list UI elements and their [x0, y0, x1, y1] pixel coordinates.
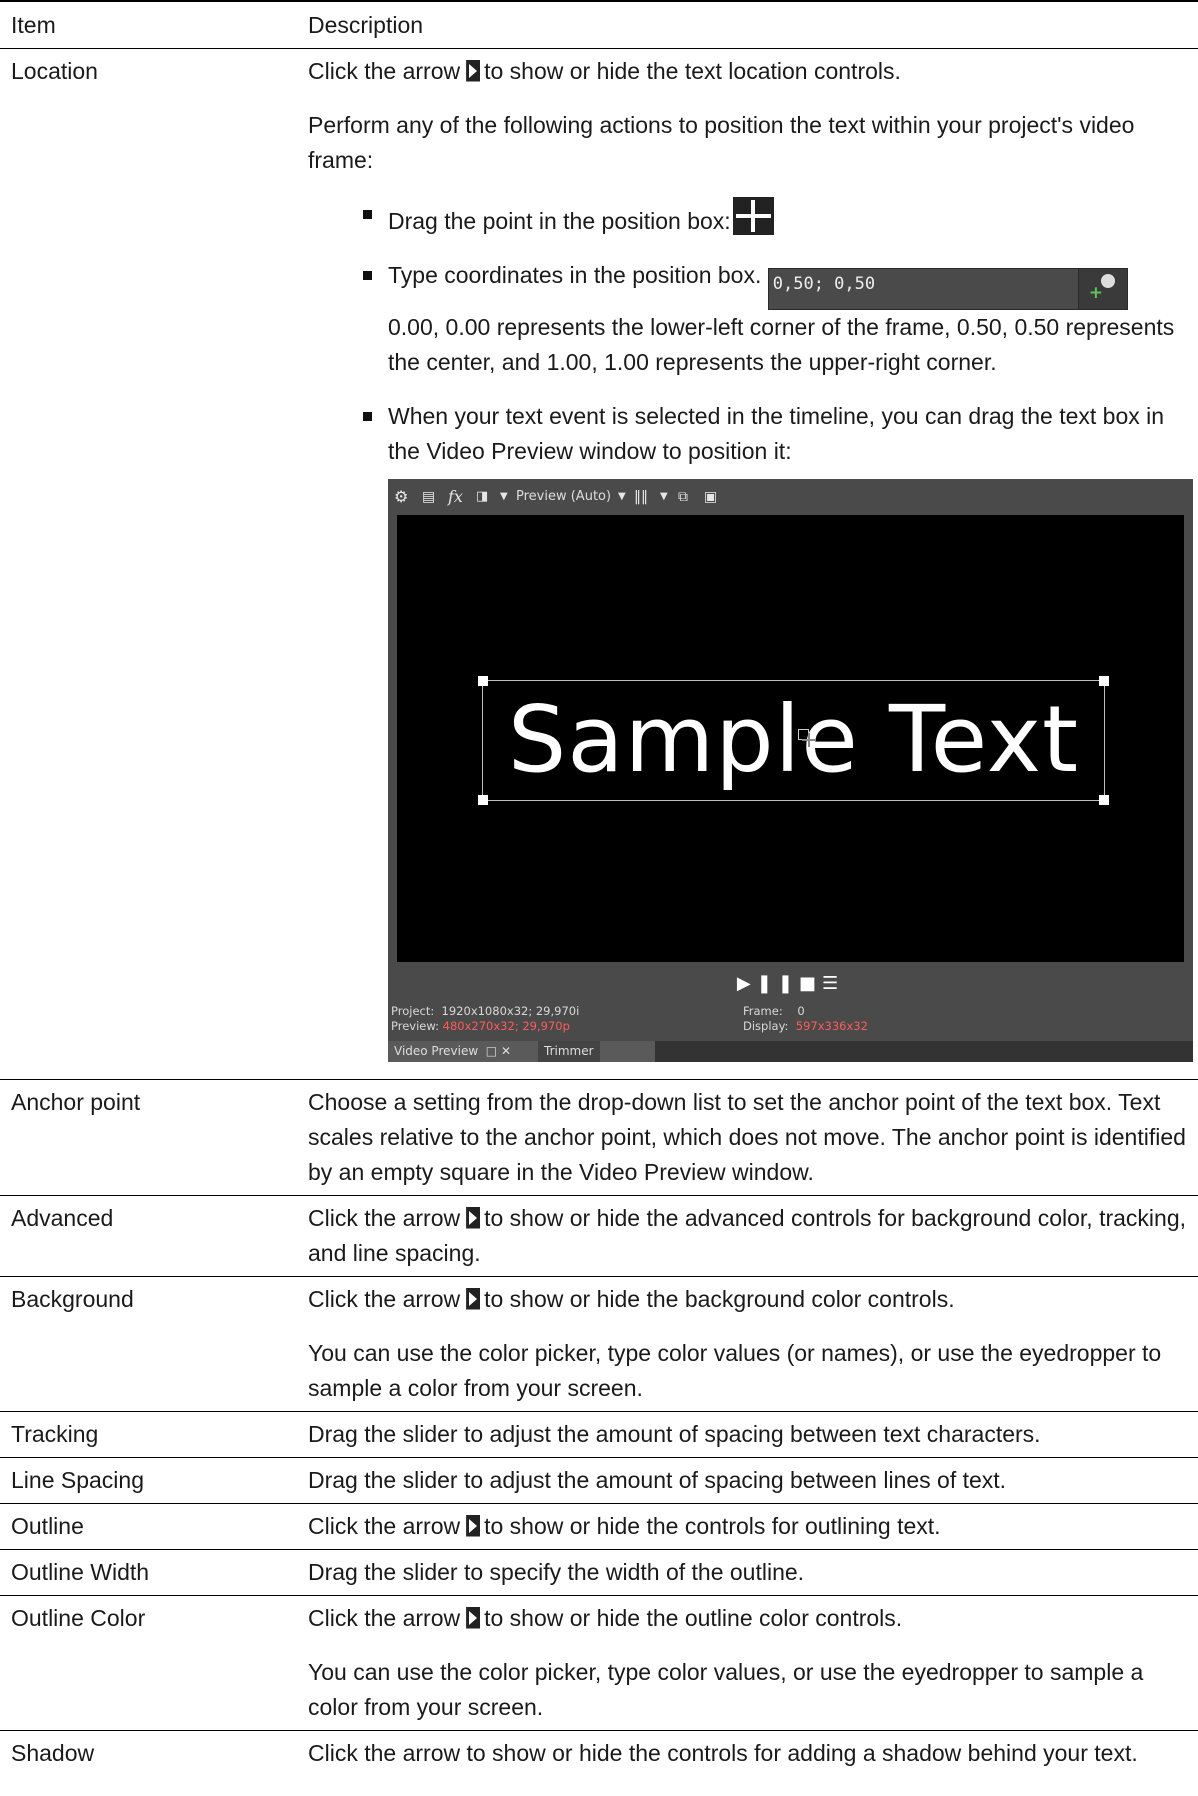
chevron-down-icon: ▼	[618, 490, 626, 502]
list-item: Drag the point in the position box:	[363, 196, 1198, 239]
item-shadow: Shadow	[11, 1739, 95, 1766]
expand-arrow-icon	[466, 1206, 481, 1229]
video-preview-tabs: Video Preview □ ✕ Trimmer	[388, 1040, 1193, 1062]
video-preview-toolbar: ⚙ ▤ fx ◨ ▼ Preview (Auto) ▼ ‖‖ ▼ ⧉ ▣	[388, 479, 1193, 515]
location-paragraph-2: Perform any of the following actions to …	[308, 111, 1135, 173]
close-icon: ✕	[500, 1043, 512, 1058]
table-row: Location Click the arrow to show or hide …	[0, 48, 1198, 1080]
item-outline-width: Outline Width	[0, 1549, 308, 1596]
properties-table: Item Description Location Click the arro…	[0, 0, 1198, 1776]
chevron-down-icon: ▼	[500, 490, 508, 502]
item-location: Location	[0, 48, 308, 1080]
table-row: Outline Click the arrow to show or hide t…	[0, 1503, 1198, 1550]
resize-handle	[1099, 794, 1109, 805]
fx-icon: fx	[448, 486, 463, 506]
resize-handle	[478, 794, 488, 805]
transport-controls: ▶❚❚■☰	[388, 969, 1193, 999]
item-anchor-point: Anchor point	[0, 1079, 308, 1196]
item-advanced: Advanced	[0, 1195, 308, 1277]
tab-video-preview: Video Preview □ ✕	[388, 1040, 655, 1062]
expand-arrow-icon	[466, 59, 481, 82]
pause-icon: ❚❚	[756, 972, 799, 994]
expand-arrow-icon	[466, 1514, 481, 1537]
table-row: Outline Width Drag the slider to specify…	[0, 1549, 1198, 1596]
item-tracking: Tracking	[0, 1411, 308, 1458]
chevron-down-icon: ▼	[660, 490, 668, 502]
location-bullet-list: Drag the point in the position box: Type…	[308, 196, 1198, 469]
resize-handle	[1099, 675, 1109, 686]
sample-text: Sample Text	[507, 685, 1080, 793]
overlays-icon: ‖‖	[634, 488, 648, 505]
table-row: Shadow Click the arrow to show or hide t…	[0, 1730, 1198, 1776]
description-location: Click the arrow to show or hide the text …	[308, 48, 1198, 1080]
table-row: Background Click the arrow to show or hid…	[0, 1276, 1198, 1412]
add-keyframe-icon	[1077, 268, 1127, 309]
gear-icon: ⚙	[394, 486, 409, 506]
list-item: Type coordinates in the position box. 0,…	[363, 258, 1198, 380]
video-preview-window: ⚙ ▤ fx ◨ ▼ Preview (Auto) ▼ ‖‖ ▼ ⧉ ▣ Sam…	[388, 478, 1193, 1062]
undock-icon: □	[485, 1043, 498, 1058]
table-row: Anchor point Choose a setting from the d…	[0, 1079, 1198, 1196]
external-monitor-icon: ▤	[422, 488, 436, 505]
text-box: Sample Text	[478, 675, 1109, 805]
table-row: Line Spacing Drag the slider to adjust t…	[0, 1457, 1198, 1504]
copy-snapshot-icon: ⧉	[678, 488, 688, 505]
resize-handle	[478, 675, 488, 686]
table-row: Advanced Click the arrow to show or hide …	[0, 1195, 1198, 1277]
video-preview-screen: Sample Text	[397, 514, 1184, 962]
list-item: When your text event is selected in the …	[363, 399, 1198, 469]
menu-icon: ☰	[821, 972, 845, 994]
split-screen-icon: ◨	[476, 488, 489, 504]
stop-icon: ■	[798, 972, 822, 994]
tab-trimmer: Trimmer	[538, 1040, 600, 1062]
item-outline: Outline	[0, 1503, 308, 1550]
table-row: Tracking Drag the slider to adjust the a…	[0, 1411, 1198, 1458]
expand-arrow-icon	[466, 1606, 481, 1629]
project-info: Project: 1920x1080x32; 29,970i Preview: …	[391, 1003, 580, 1033]
preview-quality-label: Preview (Auto)	[516, 488, 612, 504]
move-cursor-icon	[798, 728, 818, 749]
header-description: Description	[308, 0, 1198, 49]
expand-arrow-icon	[466, 1287, 481, 1310]
table-row: Outline Color Click the arrow to show or …	[0, 1595, 1198, 1731]
item-background: Background	[0, 1276, 308, 1412]
position-box-crosshair-icon	[732, 196, 774, 235]
header-item: Item	[0, 0, 308, 49]
item-line-spacing: Line Spacing	[0, 1457, 308, 1504]
save-snapshot-icon: ▣	[704, 488, 718, 505]
item-outline-color: Outline Color	[0, 1595, 308, 1731]
table-header-row: Item Description	[0, 0, 1198, 49]
coordinates-field: 0,50; 0,50	[767, 267, 1128, 310]
play-icon: ▶	[736, 972, 757, 994]
location-paragraph-1: Click the arrow to show or hide the text …	[308, 57, 901, 84]
frame-info: Frame: 0 Display: 597x336x32	[743, 1003, 868, 1033]
